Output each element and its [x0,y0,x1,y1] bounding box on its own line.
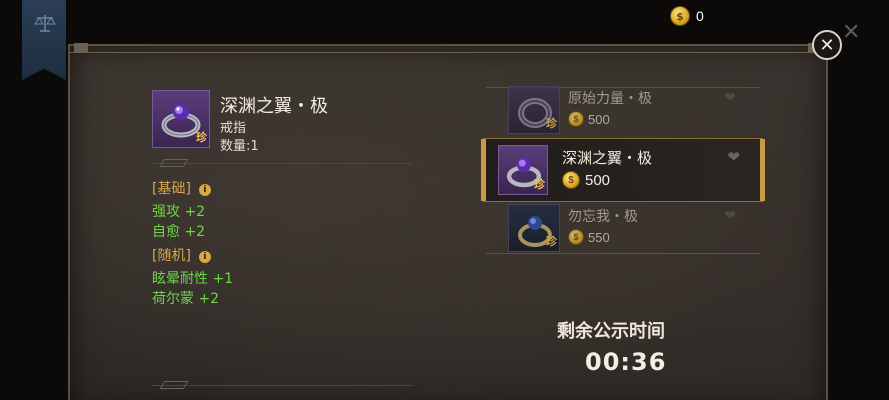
listing-name: 原始力量・极 [568,91,652,107]
listing-price: $ 500 [562,171,610,189]
base-section-title: [基础] [152,181,191,197]
divider [152,381,412,389]
listing-row[interactable]: 珍 勿忘我・极 $ 550 ❤ [508,204,758,252]
listing-name: 深渊之翼・极 [562,149,653,167]
gold-coin-icon: $ [568,111,584,127]
gold-amount: 0 [696,8,704,24]
base-stat: 自愈 +2 [152,224,206,240]
listing-price: $ 550 [568,229,610,245]
rarity-badge: 珍 [534,178,545,191]
random-stat: 眩晕耐性 +1 [152,271,234,287]
info-icon[interactable]: i [198,251,211,263]
scales-icon [34,15,56,32]
listing-name: 勿忘我・极 [568,209,638,225]
random-stat: 荷尔蒙 +2 [152,291,220,307]
list-divider [486,253,760,254]
gold-coin-icon: $ [568,229,584,245]
item-quantity: 数量:1 [220,139,259,154]
item-type: 戒指 [220,121,247,136]
listing-price: $ 500 [568,111,610,127]
rarity-badge: 珍 [196,131,207,144]
countdown-timer: 00:36 [585,348,667,376]
base-section-label: [基础] i [152,178,211,198]
listing-price-value: 500 [585,171,611,189]
heart-icon[interactable]: ❤ [724,208,736,224]
listing-row[interactable]: 珍 原始力量・极 $ 500 ❤ [508,86,758,134]
item-name: 深渊之翼・极 [220,96,328,117]
panel-corner-ornament [74,43,88,53]
rarity-badge: 珍 [546,235,557,248]
item-detail-icon: 珍 [152,90,210,148]
listing-price-value: 500 [588,111,610,127]
close-button[interactable]: ✕ [812,30,842,60]
close-icon: ✕ [819,34,835,56]
item-thumbnail: 珍 [508,204,560,252]
divider [152,159,412,167]
background-close-icon: ✕ [842,20,861,45]
gold-coin-icon: $ [670,6,690,26]
listing-row-selected[interactable]: 珍 深渊之翼・极 $ 500 ❤ [481,138,765,202]
panel-border-line [70,52,826,53]
heart-icon[interactable]: ❤ [724,90,736,106]
gold-balance: $ 0 [670,6,704,26]
rarity-badge: 珍 [546,117,557,130]
gold-coin-icon: $ [562,171,580,189]
listing-price-value: 550 [588,229,610,245]
item-thumbnail: 珍 [498,145,548,195]
item-thumbnail: 珍 [508,86,560,134]
random-section-title: [随机] [152,248,191,264]
base-stat: 强攻 +2 [152,204,206,220]
info-icon[interactable]: i [198,184,211,196]
heart-icon[interactable]: ❤ [727,148,740,166]
random-section-label: [随机] i [152,245,211,265]
guild-banner[interactable] [22,0,66,80]
timer-label: 剩余公示时间 [557,321,665,342]
